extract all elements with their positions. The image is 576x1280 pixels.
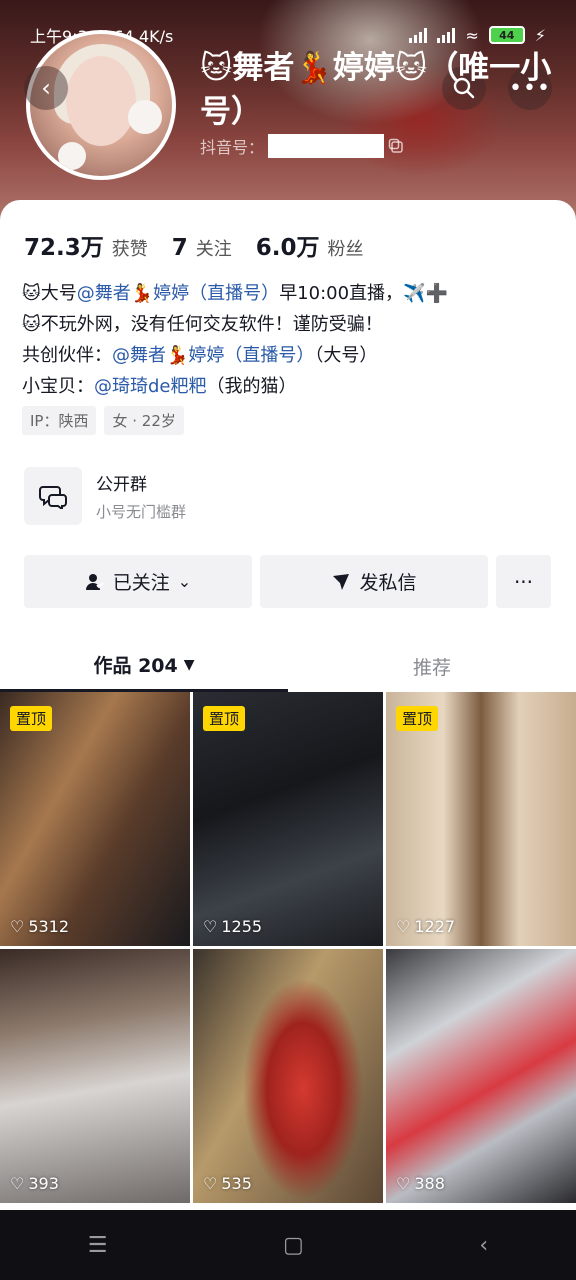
bio-text: （大号） bbox=[314, 345, 378, 366]
tab-recommend[interactable]: 推荐 bbox=[288, 640, 576, 692]
user-check-icon bbox=[85, 573, 104, 590]
pinned-badge: 置顶 bbox=[10, 706, 53, 731]
wifi-icon: ≈ bbox=[465, 25, 479, 45]
content-tabs: 作品 204 ▼ 推荐 bbox=[0, 640, 576, 692]
like-count-value: 1227 bbox=[414, 917, 456, 936]
tab-works-label: 作品 204 bbox=[93, 655, 178, 677]
bio-mention-link[interactable]: @舞者💃婷婷（直播号） bbox=[112, 345, 314, 366]
like-count: ♡ 5312 bbox=[10, 917, 69, 936]
pinned-badge: 置顶 bbox=[396, 706, 439, 731]
stat-likes[interactable]: 72.3万 获赞 bbox=[24, 228, 148, 262]
bio-mention-link[interactable]: @舞者💃婷婷（直播号） bbox=[77, 283, 279, 304]
group-chat-icon bbox=[24, 467, 82, 525]
battery-icon: 44 bbox=[488, 26, 525, 44]
avatar-bunny bbox=[128, 100, 162, 134]
stat-label: 关注 bbox=[195, 239, 232, 260]
avatar-bunny-small bbox=[58, 142, 86, 170]
gender-age-tag: 女 · 22岁 bbox=[104, 406, 184, 435]
bio-mention-link[interactable]: @琦琦de粑粑 bbox=[94, 376, 207, 397]
ip-location-tag: IP：陕西 bbox=[22, 406, 97, 435]
like-count-value: 5312 bbox=[28, 917, 70, 936]
pinned-badge: 置顶 bbox=[203, 706, 246, 731]
account-id-line: 抖音号： bbox=[200, 134, 404, 158]
send-icon bbox=[333, 573, 350, 590]
video-grid: 置顶 ♡ 5312 置顶 ♡ 1255 置顶 ♡ 1227 ♡ 393 ♡ 535 ♡ 38… bbox=[0, 692, 576, 1203]
followed-label: 已关注 bbox=[112, 572, 170, 594]
bio-line-3: 共创伙伴：@舞者💃婷婷（直播号）（大号） bbox=[22, 340, 448, 371]
bio-text: （我的猫） bbox=[206, 376, 297, 397]
stats-row: 72.3万 获赞 7 关注 6.0万 粉丝 bbox=[24, 228, 388, 262]
profile-tags: IP：陕西 女 · 22岁 bbox=[22, 406, 184, 435]
heart-icon: ♡ bbox=[203, 917, 218, 936]
stat-number: 72.3万 bbox=[24, 235, 104, 261]
account-id-label: 抖音号： bbox=[200, 138, 265, 157]
like-count: ♡ 535 bbox=[203, 1174, 252, 1193]
video-thumbnail[interactable]: ♡ 535 bbox=[193, 949, 383, 1203]
stat-followers[interactable]: 6.0万 粉丝 bbox=[256, 228, 364, 262]
system-nav-bar: ☰ ▢ ‹ bbox=[0, 1210, 576, 1280]
send-message-button[interactable]: 发私信 bbox=[260, 555, 488, 608]
avatar-face bbox=[66, 56, 136, 146]
group-title: 公开群 bbox=[96, 475, 147, 495]
signal-icon bbox=[409, 27, 428, 43]
bio-line-2: 🐱不玩外网，没有任何交友软件！谨防受骗！ bbox=[22, 314, 383, 335]
stat-following[interactable]: 7 关注 bbox=[172, 235, 232, 261]
account-id-redacted bbox=[268, 134, 385, 158]
video-thumbnail[interactable]: 置顶 ♡ 5312 bbox=[0, 692, 190, 946]
back-button[interactable]: ‹ bbox=[24, 66, 68, 110]
send-message-label: 发私信 bbox=[359, 572, 417, 594]
bio-text: 🐱大号 bbox=[22, 283, 77, 304]
bio-text: 早10:00直播，✈️➕ bbox=[279, 283, 448, 304]
profile-name: 🐱舞者💃婷婷🐱（唯一小号） bbox=[200, 50, 552, 130]
signal-icon-2 bbox=[437, 27, 456, 43]
bio-line-1: 🐱大号@舞者💃婷婷（直播号）早10:00直播，✈️➕ bbox=[22, 278, 448, 309]
heart-icon: ♡ bbox=[396, 917, 411, 936]
status-icons: ≈ 44 ⚡ bbox=[409, 26, 546, 45]
heart-icon: ♡ bbox=[10, 917, 25, 936]
video-thumbnail[interactable]: ♡ 388 bbox=[386, 949, 576, 1203]
public-group-entry[interactable]: 公开群 小号无门槛群 bbox=[24, 467, 186, 525]
heart-icon: ♡ bbox=[10, 1174, 25, 1193]
video-thumbnail[interactable]: 置顶 ♡ 1255 bbox=[193, 692, 383, 946]
tab-works[interactable]: 作品 204 ▼ bbox=[0, 640, 288, 692]
group-subtitle: 小号无门槛群 bbox=[96, 503, 187, 521]
copy-icon[interactable] bbox=[388, 138, 404, 154]
like-count: ♡ 388 bbox=[396, 1174, 445, 1193]
like-count-value: 393 bbox=[28, 1174, 59, 1193]
stat-number: 7 bbox=[171, 235, 188, 261]
action-buttons: 已关注 ⌄ 发私信 ··· bbox=[24, 555, 551, 608]
bio-line-4: 小宝贝：@琦琦de粑粑（我的猫） bbox=[22, 371, 448, 402]
chevron-down-icon: ⌄ bbox=[177, 572, 192, 591]
more-actions-button[interactable]: ··· bbox=[496, 555, 551, 608]
like-count-value: 388 bbox=[414, 1174, 445, 1193]
bio-text: 共创伙伴： bbox=[22, 345, 112, 366]
charging-icon: ⚡ bbox=[534, 25, 546, 45]
menu-icon[interactable]: ☰ bbox=[88, 1233, 108, 1258]
like-count-value: 535 bbox=[221, 1174, 252, 1193]
heart-icon: ♡ bbox=[396, 1174, 411, 1193]
like-count: ♡ 1227 bbox=[396, 917, 455, 936]
like-count-value: 1255 bbox=[221, 917, 263, 936]
video-thumbnail[interactable]: 置顶 ♡ 1227 bbox=[386, 692, 576, 946]
caret-down-icon: ▼ bbox=[183, 656, 195, 673]
back-icon: ‹ bbox=[41, 74, 51, 102]
like-count: ♡ 1255 bbox=[203, 917, 262, 936]
followed-button[interactable]: 已关注 ⌄ bbox=[24, 555, 252, 608]
stat-label: 获赞 bbox=[111, 239, 148, 260]
video-thumbnail[interactable]: ♡ 393 bbox=[0, 949, 190, 1203]
like-count: ♡ 393 bbox=[10, 1174, 59, 1193]
stat-number: 6.0万 bbox=[255, 235, 320, 261]
group-text: 公开群 小号无门槛群 bbox=[96, 470, 186, 522]
home-icon[interactable]: ▢ bbox=[283, 1233, 304, 1258]
stat-label: 粉丝 bbox=[327, 239, 364, 260]
bio: 🐱大号@舞者💃婷婷（直播号）早10:00直播，✈️➕ 🐱不玩外网，没有任何交友软… bbox=[22, 278, 448, 402]
bio-text: 小宝贝： bbox=[22, 376, 94, 397]
heart-icon: ♡ bbox=[203, 1174, 218, 1193]
back-nav-icon[interactable]: ‹ bbox=[479, 1233, 488, 1258]
